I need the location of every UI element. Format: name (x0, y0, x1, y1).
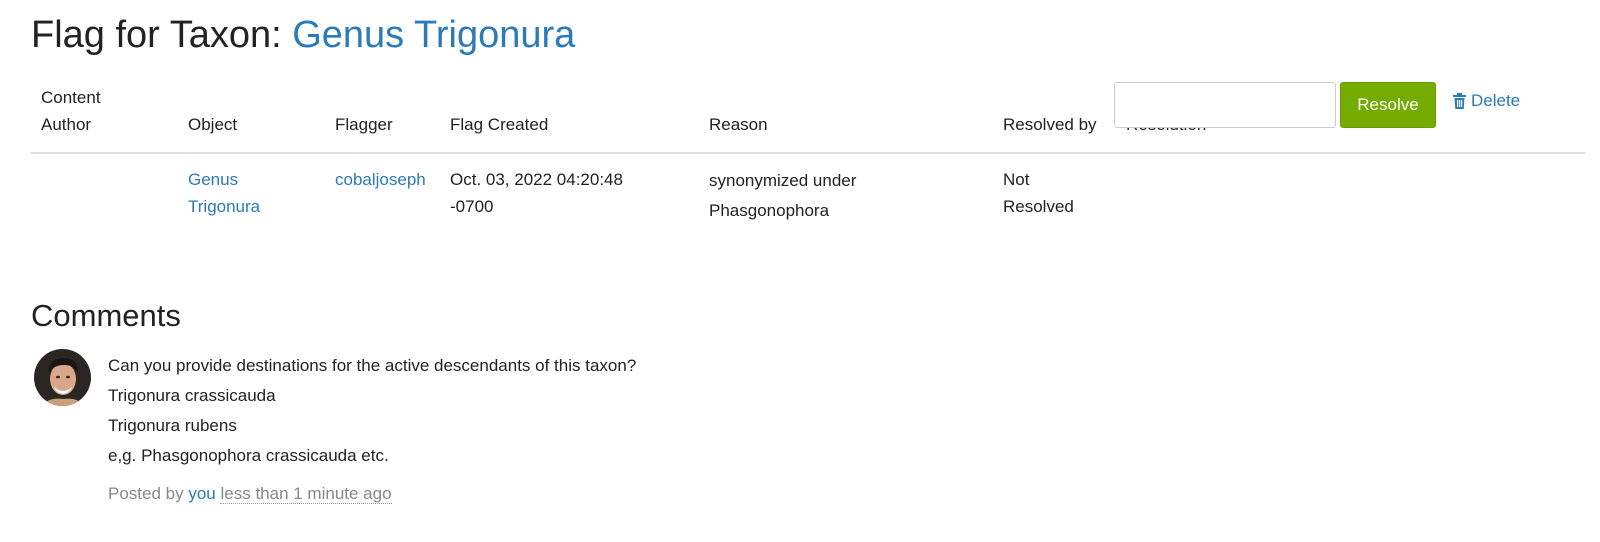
cell-reason: synonymized under Phasgonophora (709, 166, 959, 226)
comment-timestamp: less than 1 minute ago (220, 484, 392, 504)
comment-line: Can you provide destinations for the act… (108, 356, 637, 375)
header-content-author-line1: Content (41, 88, 101, 107)
header-object: Object (188, 115, 238, 134)
user-avatar[interactable] (34, 349, 91, 406)
header-resolved-by: Resolved by (1003, 115, 1097, 134)
object-link[interactable]: Genus Trigonura (188, 166, 308, 220)
comment-body: Can you provide destinations for the act… (108, 351, 636, 471)
flagger-link[interactable]: cobaljoseph (335, 166, 445, 193)
table-row: Genus Trigonura cobaljoseph Oct. 03, 202… (31, 154, 1585, 234)
cell-resolved-by: Not Resolved (1003, 166, 1113, 220)
reason-line2: Phasgonophora (709, 201, 830, 220)
comment-author-link[interactable]: you (188, 484, 215, 503)
resolution-input[interactable] (1114, 82, 1336, 128)
created-line2: -0700 (450, 197, 494, 216)
posted-prefix: Posted by (108, 484, 189, 503)
resolved-line2: Resolved (1003, 197, 1074, 216)
resolve-button[interactable]: Resolve (1340, 82, 1436, 128)
page-title: Flag for Taxon: Genus Trigonura (31, 14, 575, 57)
header-reason: Reason (709, 115, 768, 134)
object-link-line2: Trigonura (188, 197, 261, 216)
cell-flag-created: Oct. 03, 2022 04:20:48 -0700 (450, 166, 680, 220)
header-flagger: Flagger (335, 115, 393, 134)
comment-meta: Posted by you less than 1 minute ago (108, 484, 392, 504)
created-line1: Oct. 03, 2022 04:20:48 (450, 170, 623, 189)
reason-line1: synonymized under (709, 171, 857, 190)
comment-line: Trigonura crassicauda (108, 386, 276, 405)
title-prefix: Flag for Taxon: (31, 14, 293, 56)
header-content-author: Content Author (41, 84, 161, 138)
delete-label: Delete (1471, 91, 1521, 110)
comment-line: e,g. Phasgonophora crassicauda etc. (108, 446, 389, 465)
trash-icon (1453, 93, 1466, 109)
taxon-link[interactable]: Genus Trigonura (292, 14, 575, 56)
header-content-author-line2: Author (41, 115, 92, 134)
delete-link[interactable]: Delete (1453, 91, 1520, 111)
resolved-line1: Not (1003, 170, 1030, 189)
comments-title: Comments (31, 298, 181, 333)
comment-line: Trigonura rubens (108, 416, 237, 435)
header-flag-created: Flag Created (450, 115, 549, 134)
object-link-line1: Genus (188, 170, 239, 189)
